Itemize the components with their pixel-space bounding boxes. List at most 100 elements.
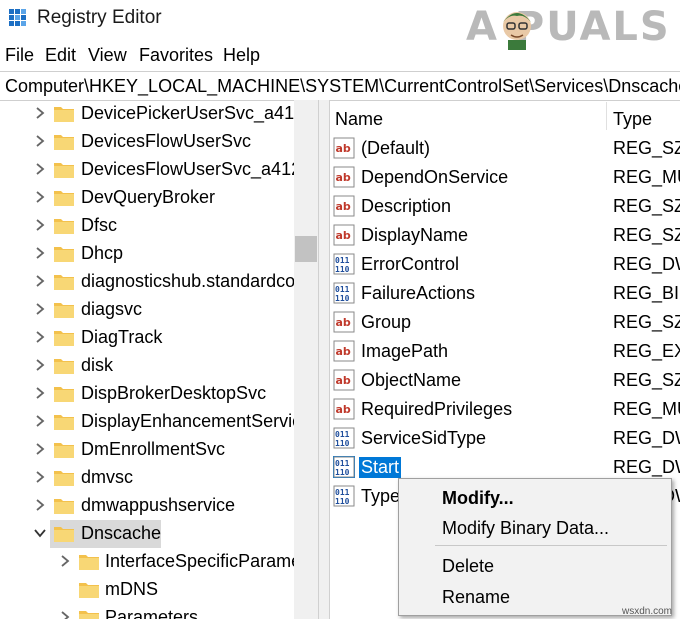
value-row[interactable]: 011110 ErrorControl REG_DW (328, 250, 680, 279)
chevron-right-icon[interactable] (33, 442, 47, 456)
value-row[interactable]: ab DisplayName REG_SZ (328, 221, 680, 250)
chevron-right-icon[interactable] (33, 190, 47, 204)
tree-item[interactable]: diagsvc (0, 296, 294, 324)
chevron-right-icon[interactable] (58, 610, 72, 619)
chevron-right-icon[interactable] (33, 134, 47, 148)
value-row[interactable]: ab Group REG_SZ (328, 308, 680, 337)
tree-item[interactable]: mDNS (0, 576, 294, 604)
folder-icon (54, 525, 74, 542)
chevron-right-icon[interactable] (33, 274, 47, 288)
tree-item[interactable]: diagnosticshub.standardco (0, 268, 294, 296)
value-type: REG_SZ (613, 370, 680, 390)
folder-icon (54, 357, 74, 374)
value-type: REG_SZ (613, 138, 680, 158)
value-name: Type (361, 486, 401, 506)
menu-file[interactable]: File (5, 45, 34, 66)
folder-icon (54, 133, 74, 150)
tree-item[interactable]: disk (0, 352, 294, 380)
svg-text:110: 110 (335, 439, 350, 448)
tree-item-label: DevQueryBroker (81, 187, 216, 207)
tree-scrollbar[interactable] (294, 100, 318, 619)
value-row[interactable]: ab Description REG_SZ (328, 192, 680, 221)
folder-icon (54, 469, 74, 486)
value-row[interactable]: 011110 FailureActions REG_BIN (328, 279, 680, 308)
tree-item[interactable]: DisplayEnhancementService (0, 408, 294, 436)
menu-separator (435, 545, 667, 546)
folder-icon (54, 329, 74, 346)
tree-item[interactable]: Parameters (0, 604, 294, 619)
tree-item-label: DiagTrack (81, 327, 163, 347)
tree-item[interactable]: DevicesFlowUserSvc (0, 128, 294, 156)
tree-item[interactable]: DmEnrollmentSvc (0, 436, 294, 464)
tree-item[interactable]: DevicesFlowUserSvc_a4120 (0, 156, 294, 184)
value-type: REG_SZ (613, 225, 680, 245)
column-header-name[interactable]: Name (335, 109, 383, 130)
chevron-right-icon[interactable] (33, 162, 47, 176)
tree-item[interactable]: InterfaceSpecificParamete (0, 548, 294, 576)
svg-text:ab: ab (336, 171, 351, 184)
folder-icon (54, 245, 74, 262)
menu-view[interactable]: View (88, 45, 127, 66)
menu-help[interactable]: Help (223, 45, 260, 66)
column-divider[interactable] (606, 102, 607, 130)
chevron-right-icon[interactable] (33, 386, 47, 400)
value-row[interactable]: ab (Default) REG_SZ (328, 134, 680, 163)
value-row[interactable]: ab RequiredPrivileges REG_MU (328, 395, 680, 424)
chevron-right-icon[interactable] (33, 106, 47, 120)
address-bar[interactable]: Computer\HKEY_LOCAL_MACHINE\SYSTEM\Curre… (0, 71, 680, 101)
tree-item-label: DevicesFlowUserSvc_a4120 (81, 159, 294, 179)
value-name: (Default) (361, 138, 431, 158)
chevron-right-icon[interactable] (33, 358, 47, 372)
menu-favorites[interactable]: Favorites (139, 45, 213, 66)
tree-item[interactable]: DispBrokerDesktopSvc (0, 380, 294, 408)
menu-item-modify[interactable]: Modify... (399, 483, 671, 513)
string-value-icon: ab (333, 195, 355, 217)
tree-item[interactable]: DiagTrack (0, 324, 294, 352)
folder-icon (54, 273, 74, 290)
tree-item-label: dmvsc (81, 467, 134, 487)
value-name: ObjectName (361, 370, 462, 390)
string-value-icon: ab (333, 311, 355, 333)
column-header-type[interactable]: Type (613, 109, 652, 130)
value-row[interactable]: ab DependOnService REG_MU (328, 163, 680, 192)
value-row[interactable]: 011110 ServiceSidType REG_DW (328, 424, 680, 453)
menu-item-delete[interactable]: Delete (399, 551, 671, 581)
chevron-down-icon[interactable] (33, 526, 47, 540)
tree-item-label: DevicesFlowUserSvc (81, 131, 252, 151)
tree-item-label: InterfaceSpecificParamete (105, 551, 294, 571)
chevron-right-icon[interactable] (33, 302, 47, 316)
tree-item[interactable]: Dnscache (0, 520, 294, 548)
chevron-right-icon[interactable] (33, 246, 47, 260)
menu-item-modify-binary[interactable]: Modify Binary Data... (399, 513, 671, 543)
tree-item[interactable]: dmwappushservice (0, 492, 294, 520)
value-row[interactable]: ab ObjectName REG_SZ (328, 366, 680, 395)
chevron-right-icon[interactable] (33, 470, 47, 484)
tree-item[interactable]: Dfsc (0, 212, 294, 240)
svg-text:110: 110 (335, 468, 350, 477)
tree-item[interactable]: Dhcp (0, 240, 294, 268)
svg-text:011: 011 (335, 285, 350, 294)
binary-value-icon: 011 110 (333, 282, 355, 304)
chevron-right-icon[interactable] (33, 330, 47, 344)
folder-icon (54, 189, 74, 206)
value-row[interactable]: ab ImagePath REG_EXP (328, 337, 680, 366)
tree-item-label: DmEnrollmentSvc (81, 439, 226, 459)
tree-item[interactable]: dmvsc (0, 464, 294, 492)
address-path[interactable]: Computer\HKEY_LOCAL_MACHINE\SYSTEM\Curre… (5, 76, 680, 97)
tree-item[interactable]: DevQueryBroker (0, 184, 294, 212)
menu-edit[interactable]: Edit (45, 45, 76, 66)
value-type: REG_DW (613, 428, 680, 448)
tree-scrollbar-thumb[interactable] (295, 236, 317, 262)
context-menu: Modify... Modify Binary Data... Delete R… (398, 478, 672, 616)
svg-text:ab: ab (336, 403, 351, 416)
chevron-right-icon[interactable] (33, 498, 47, 512)
tree-item[interactable]: DevicePickerUserSvc_a4120 (0, 100, 294, 128)
chevron-right-icon[interactable] (58, 554, 72, 568)
svg-text:ab: ab (336, 229, 351, 242)
key-tree[interactable]: DevicePickerUserSvc_a4120 DevicesFlowUser… (0, 100, 294, 619)
chevron-right-icon[interactable] (33, 414, 47, 428)
value-name: DependOnService (361, 167, 509, 187)
string-value-icon: ab (333, 398, 355, 420)
chevron-right-icon[interactable] (33, 218, 47, 232)
folder-icon (54, 385, 74, 402)
